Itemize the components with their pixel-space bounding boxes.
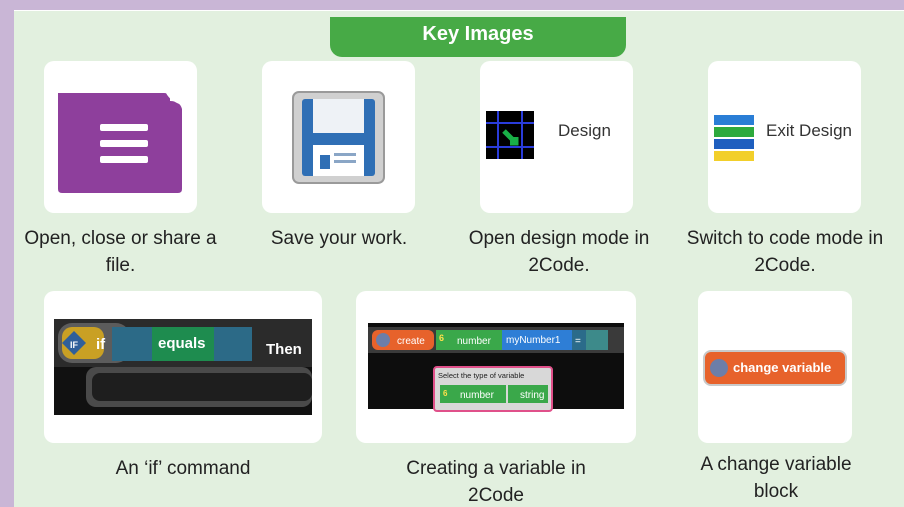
six-label: 6	[439, 333, 444, 343]
design-card[interactable]: Design	[480, 61, 633, 213]
section-header: Key Images	[330, 17, 626, 57]
change-variable-image: change variable	[703, 350, 847, 386]
key-images-panel: Key Images Open, close or share a file. …	[14, 10, 904, 507]
svg-text:6: 6	[443, 389, 448, 398]
option-string[interactable]: string	[520, 390, 544, 401]
create-variable-image: create 6 number myNumber1 = Select the t…	[368, 323, 624, 412]
then-label: Then	[266, 341, 302, 358]
change-variable-label: change variable	[733, 360, 831, 375]
option-number[interactable]: number	[460, 390, 495, 401]
open-file-card	[44, 61, 197, 213]
exit-design-card[interactable]: Exit Design	[708, 61, 861, 213]
if-block-image: IF if equals Then	[54, 319, 312, 415]
code-blocks-icon	[714, 115, 754, 161]
file-menu-icon	[58, 93, 182, 193]
open-file-caption: Open, close or share a file.	[24, 228, 217, 276]
floppy-disk-icon	[292, 91, 385, 184]
design-caption: Open design mode in 2Code.	[468, 228, 650, 276]
change-variable-card: change variable	[698, 291, 852, 443]
design-grid-icon	[486, 111, 534, 159]
equals-sign: =	[575, 336, 581, 347]
type-prompt: Select the type of variable	[438, 371, 524, 380]
if-label: if	[96, 336, 106, 353]
change-variable-caption: A change variable block	[700, 454, 852, 502]
if-command-card: IF if equals Then	[44, 291, 322, 443]
design-label: Design	[558, 121, 611, 140]
equals-label: equals	[158, 335, 206, 352]
create-label: create	[397, 336, 425, 347]
svg-text:IF: IF	[70, 340, 79, 350]
number-label: number	[457, 336, 492, 347]
save-card	[262, 61, 415, 213]
if-command-caption: An ‘if’ command	[115, 458, 251, 479]
save-caption: Save your work.	[270, 228, 408, 249]
create-variable-caption: Creating a variable in 2Code	[406, 458, 586, 506]
create-variable-card: create 6 number myNumber1 = Select the t…	[356, 291, 636, 443]
exit-design-label: Exit Design	[766, 121, 852, 140]
var-name-label: myNumber1	[506, 335, 561, 346]
exit-design-caption: Switch to code mode in 2Code.	[686, 228, 884, 276]
